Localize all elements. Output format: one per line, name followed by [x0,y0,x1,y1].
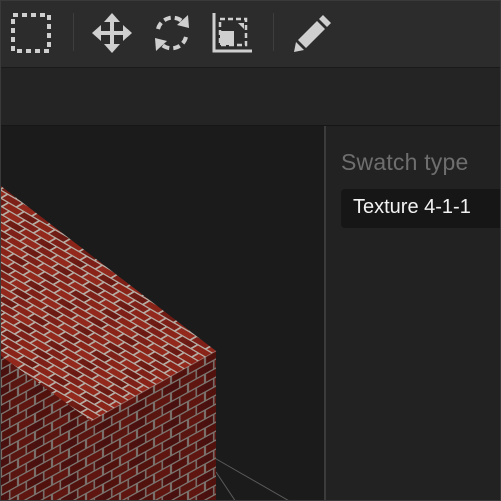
toolbar [1,1,500,68]
toolbar-separator [273,13,274,51]
pencil-tool-button[interactable] [291,11,335,55]
swatch-type-label: Swatch type [341,149,469,175]
inspector-panel: Swatch type Texture 4-1-1 [326,126,500,500]
four-arrows-icon [92,13,132,53]
rotate-tool-button[interactable] [150,11,194,55]
app-window: Swatch type Texture 4-1-1 [0,0,501,501]
scale-tool-button[interactable] [210,11,254,55]
dashed-square-icon [11,13,51,53]
swatch-type-value: Texture 4-1-1 [353,196,471,218]
3d-viewport[interactable] [1,126,324,500]
pencil-icon [294,15,331,52]
rotate-arrows-icon [155,15,189,51]
options-bar [1,68,500,126]
toolbar-separator [73,13,74,51]
brick-cube [1,186,289,500]
move-tool-button[interactable] [90,11,134,55]
marquee-select-button[interactable] [9,11,53,55]
scale-corner-icon [212,13,252,53]
swatch-type-field[interactable]: Texture 4-1-1 [341,189,500,228]
